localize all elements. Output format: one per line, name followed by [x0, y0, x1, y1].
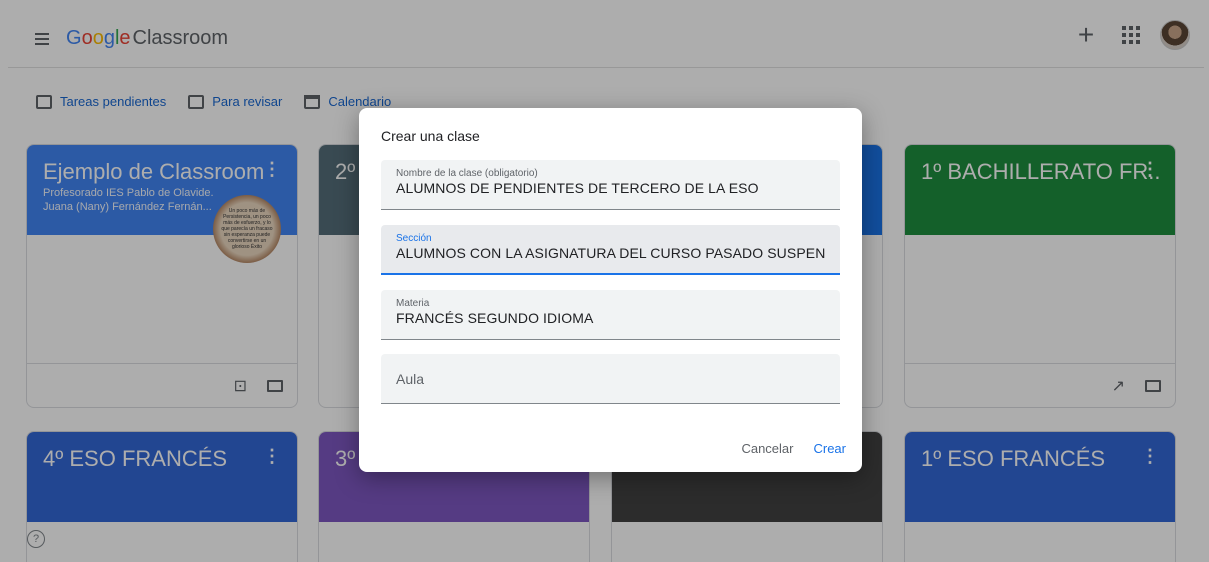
cancel-button[interactable]: Cancelar [741, 441, 793, 456]
room-field[interactable]: Aula [381, 354, 840, 404]
section-field[interactable]: Sección ALUMNOS CON LA ASIGNATURA DEL CU… [381, 225, 840, 275]
room-placeholder[interactable]: Aula [396, 371, 825, 387]
class-name-value[interactable]: ALUMNOS DE PENDIENTES DE TERCERO DE LA E… [396, 180, 825, 196]
class-name-label: Nombre de la clase (obligatorio) [396, 168, 538, 179]
section-label: Sección [396, 233, 432, 244]
subject-value[interactable]: FRANCÉS SEGUNDO IDIOMA [396, 310, 825, 326]
create-class-dialog: Crear una clase Nombre de la clase (obli… [359, 108, 862, 472]
subject-field[interactable]: Materia FRANCÉS SEGUNDO IDIOMA [381, 290, 840, 340]
subject-label: Materia [396, 298, 430, 309]
class-name-field[interactable]: Nombre de la clase (obligatorio) ALUMNOS… [381, 160, 840, 210]
section-value[interactable]: ALUMNOS CON LA ASIGNATURA DEL CURSO PASA… [396, 245, 825, 261]
section-value-wrap[interactable]: ALUMNOS CON LA ASIGNATURA DEL CURSO PASA… [396, 245, 825, 262]
dialog-title: Crear una clase [381, 128, 480, 144]
create-button[interactable]: Crear [813, 441, 846, 456]
